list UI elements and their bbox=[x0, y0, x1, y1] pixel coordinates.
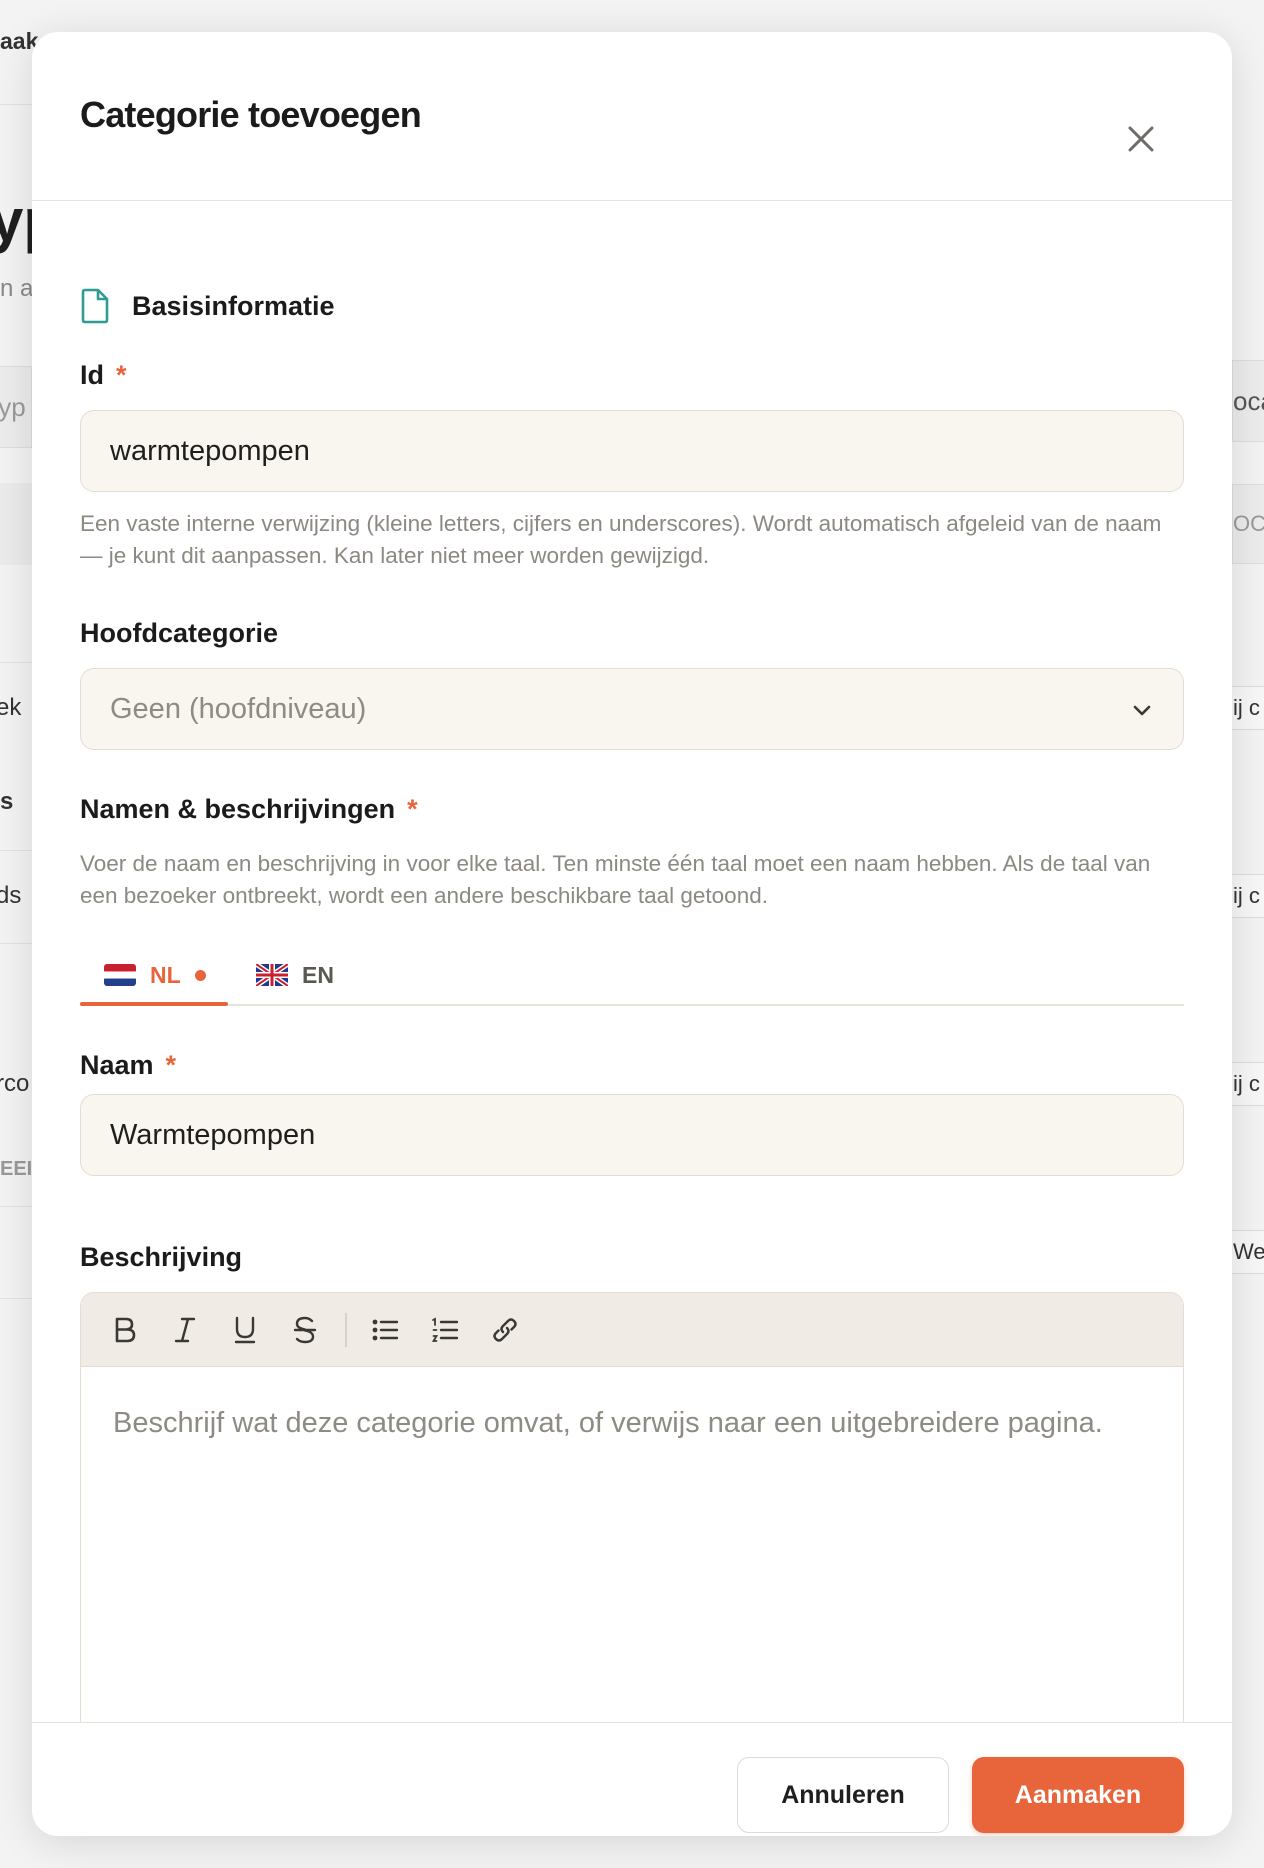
bg-fragment: ij c bbox=[1233, 695, 1260, 720]
strikethrough-button[interactable] bbox=[283, 1308, 327, 1352]
parent-category-value: Geen (hoofdniveau) bbox=[110, 692, 367, 725]
description-textarea[interactable]: Beschrijf wat deze categorie omvat, of v… bbox=[81, 1367, 1183, 1479]
id-hint: Een vaste interne verwijzing (kleine let… bbox=[80, 511, 1162, 568]
bg-divider bbox=[0, 943, 32, 944]
add-category-modal: Categorie toevoegen Basisinformatie Id * … bbox=[32, 32, 1232, 1836]
bg-fragment: rco bbox=[0, 1070, 30, 1097]
tab-nl-label: NL bbox=[150, 961, 181, 988]
flag-gb-icon bbox=[256, 964, 288, 986]
bg-fragment: s bbox=[0, 788, 14, 815]
bg-fragment: ds bbox=[0, 882, 22, 909]
section-basic-info: Basisinformatie bbox=[80, 286, 335, 326]
tab-en[interactable]: EN bbox=[256, 944, 334, 1006]
name-label: Naam * bbox=[80, 1050, 176, 1081]
bold-button[interactable] bbox=[103, 1308, 147, 1352]
section-title: Basisinformatie bbox=[132, 290, 335, 321]
parent-category-label-text: Hoofdcategorie bbox=[80, 618, 279, 648]
flag-nl-icon bbox=[104, 964, 136, 986]
bg-field: oca bbox=[1232, 360, 1264, 442]
bg-fragment: typ bbox=[0, 392, 26, 422]
link-button[interactable] bbox=[483, 1308, 527, 1352]
bg-fragment: EEI bbox=[0, 1158, 33, 1180]
close-icon bbox=[1128, 126, 1154, 152]
italic-button[interactable] bbox=[163, 1308, 207, 1352]
modal-body: Basisinformatie Id * warmtepompen Een vas… bbox=[80, 202, 1184, 1812]
bullet-list-button[interactable] bbox=[363, 1308, 407, 1352]
id-label: Id * bbox=[80, 360, 127, 391]
names-hint: Voer de naam en beschrijving in voor elk… bbox=[80, 851, 1151, 908]
bg-fragment: Wer bbox=[1233, 1239, 1264, 1264]
id-input[interactable]: warmtepompen bbox=[80, 410, 1184, 492]
parent-category-select[interactable]: Geen (hoofdniveau) bbox=[80, 668, 1184, 750]
tab-nl[interactable]: NL bbox=[104, 944, 206, 1006]
underline-button[interactable] bbox=[223, 1308, 267, 1352]
cancel-button[interactable]: Annuleren bbox=[737, 1757, 949, 1833]
modal-footer: Annuleren Aanmaken bbox=[32, 1722, 1232, 1836]
chevron-down-icon bbox=[1133, 705, 1151, 716]
create-button[interactable]: Aanmaken bbox=[972, 1757, 1184, 1833]
bg-fragment: OCA bbox=[1233, 511, 1264, 536]
modal-header: Categorie toevoegen bbox=[32, 32, 1232, 201]
italic-icon bbox=[174, 1317, 196, 1342]
id-input-value: warmtepompen bbox=[110, 434, 310, 467]
link-icon bbox=[492, 1317, 517, 1342]
bg-fragment: oca bbox=[1233, 386, 1264, 416]
names-section-label: Namen & beschrijvingen * bbox=[80, 794, 418, 825]
name-input[interactable]: Warmtepompen bbox=[80, 1094, 1184, 1176]
bg-divider bbox=[0, 850, 32, 851]
bg-divider bbox=[0, 1298, 32, 1299]
unsaved-dot bbox=[194, 969, 206, 981]
strikethrough-icon bbox=[293, 1316, 317, 1343]
bg-fragment: ek bbox=[0, 694, 22, 721]
bold-icon bbox=[115, 1317, 136, 1342]
bg-divider bbox=[0, 483, 32, 565]
required-mark: * bbox=[165, 1050, 177, 1080]
description-label: Beschrijving bbox=[80, 1242, 242, 1273]
name-label-text: Naam bbox=[80, 1050, 154, 1080]
description-placeholder: Beschrijf wat deze categorie omvat, of v… bbox=[113, 1407, 1103, 1439]
modal-title: Categorie toevoegen bbox=[80, 94, 422, 135]
bg-fragment: ij c bbox=[1233, 883, 1260, 908]
name-input-value: Warmtepompen bbox=[110, 1118, 316, 1151]
bg-field: typ bbox=[0, 366, 32, 448]
underline-icon bbox=[234, 1316, 256, 1343]
bg-field: OCA bbox=[1232, 484, 1264, 564]
parent-category-label: Hoofdcategorie bbox=[80, 618, 278, 649]
names-section-label-text: Namen & beschrijvingen bbox=[80, 794, 396, 824]
bg-divider bbox=[0, 1206, 32, 1207]
required-mark: * bbox=[116, 360, 127, 390]
bg-divider bbox=[0, 662, 32, 663]
language-tabs: NL EN bbox=[80, 944, 1184, 1006]
required-mark: * bbox=[407, 794, 418, 824]
tab-en-label: EN bbox=[302, 961, 334, 988]
numbered-list-button[interactable] bbox=[423, 1308, 467, 1352]
id-label-text: Id bbox=[80, 360, 104, 390]
bg-fragment: n a bbox=[0, 275, 34, 302]
close-button[interactable] bbox=[1114, 112, 1168, 166]
bullet-list-icon bbox=[372, 1319, 398, 1340]
document-icon bbox=[81, 288, 109, 324]
bg-fragment: ij c bbox=[1233, 1071, 1260, 1096]
active-tab-indicator bbox=[80, 1002, 228, 1006]
editor-toolbar bbox=[81, 1293, 1183, 1367]
description-label-text: Beschrijving bbox=[80, 1242, 243, 1272]
bg-divider bbox=[0, 104, 32, 105]
toolbar-separator bbox=[345, 1312, 347, 1347]
numbered-list-icon bbox=[431, 1317, 458, 1342]
